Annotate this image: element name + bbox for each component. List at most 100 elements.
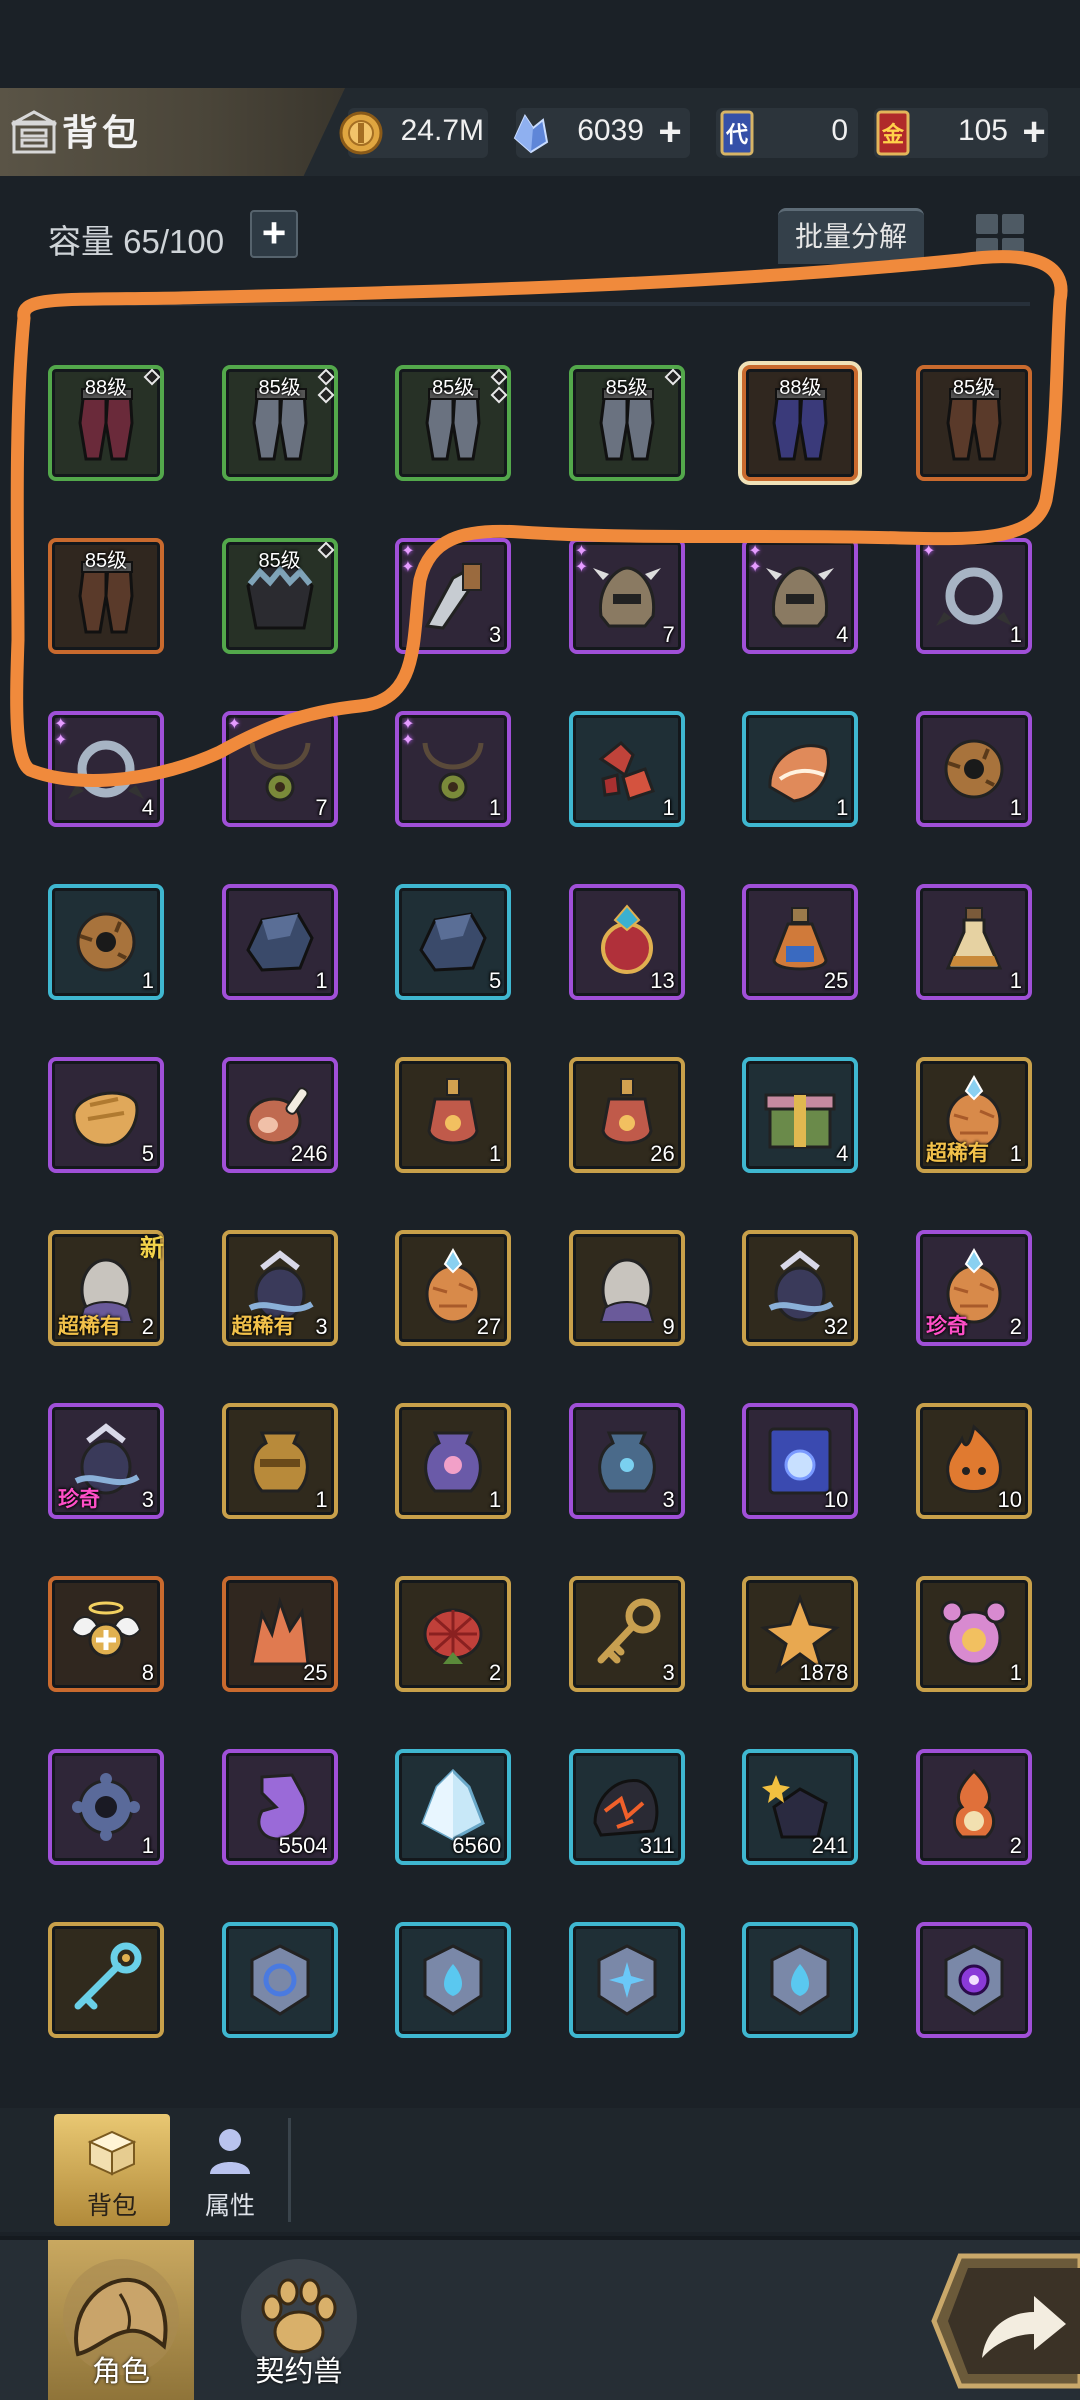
inventory-slot[interactable]: 13 bbox=[568, 884, 685, 1000]
inventory-slot[interactable]: 85级 bbox=[48, 538, 164, 654]
inventory-slot[interactable]: ✦ 7 bbox=[221, 711, 338, 827]
grid-view-toggle[interactable] bbox=[972, 210, 1028, 262]
item-count: 27 bbox=[476, 1314, 502, 1339]
inventory-slot[interactable]: 241 bbox=[742, 1749, 859, 1865]
inventory-slot[interactable] bbox=[221, 1922, 338, 2038]
inventory-slot[interactable]: 3 bbox=[568, 1576, 685, 1692]
inventory-slot[interactable]: 88级 bbox=[742, 365, 859, 481]
divider bbox=[48, 302, 1030, 306]
inventory-slot[interactable]: 25 bbox=[742, 884, 859, 1000]
inventory-slot[interactable]: 5 bbox=[48, 1057, 164, 1173]
inventory-slot[interactable] bbox=[48, 1922, 164, 2038]
star-rank-icon: ✦ ✦ bbox=[54, 716, 68, 749]
inventory-slot[interactable]: 2 bbox=[395, 1576, 512, 1692]
inventory-slot[interactable] bbox=[395, 1922, 512, 2038]
tab-contract-beast[interactable]: 契约兽 bbox=[226, 2240, 372, 2400]
inventory-slot[interactable]: 5 bbox=[395, 884, 512, 1000]
inventory-slot[interactable] bbox=[915, 1922, 1032, 2038]
item-count: 246 bbox=[290, 1141, 328, 1166]
item-count: 1 bbox=[141, 1833, 154, 1858]
inventory-slot[interactable]: 1 bbox=[221, 1403, 338, 1519]
inventory-slot[interactable]: 1 bbox=[915, 884, 1032, 1000]
item-count: 1 bbox=[488, 795, 502, 820]
gold-card-glyph: 金 bbox=[881, 122, 904, 147]
tab-character[interactable]: 角色 bbox=[48, 2240, 194, 2400]
inventory-slot[interactable]: 1 bbox=[915, 1576, 1032, 1692]
item-count: 1 bbox=[836, 795, 849, 820]
tab-character-label: 角色 bbox=[91, 2356, 150, 2388]
bag-building-icon bbox=[11, 110, 57, 154]
item-count: 1 bbox=[488, 1487, 502, 1512]
item-count: 1 bbox=[1009, 968, 1022, 993]
inventory-slot[interactable]: 1 bbox=[568, 711, 685, 827]
inventory-slot[interactable]: 4 bbox=[742, 1057, 859, 1173]
item-count: 1 bbox=[141, 968, 154, 993]
inventory-slot[interactable]: 1 bbox=[48, 1749, 164, 1865]
inventory-slot[interactable]: 1 bbox=[395, 1403, 512, 1519]
red-ore-icon bbox=[598, 740, 655, 801]
inventory-slot[interactable]: 27 bbox=[395, 1230, 512, 1346]
inventory-slot[interactable]: 6560 bbox=[395, 1749, 512, 1865]
inventory-slot[interactable]: 25 bbox=[221, 1576, 338, 1692]
tab-bag[interactable]: 背包 bbox=[54, 2114, 170, 2226]
inventory-slot[interactable]: 1 bbox=[742, 711, 859, 827]
grid-cell bbox=[976, 214, 998, 234]
return-arrow-button[interactable] bbox=[930, 2246, 1080, 2396]
tab-bag-label: 背包 bbox=[86, 2192, 137, 2220]
inventory-slot[interactable]: ✦ ✦ 3 bbox=[395, 538, 512, 654]
inventory-slot[interactable]: 1 bbox=[395, 1057, 512, 1173]
gift-box-icon bbox=[764, 1093, 836, 1149]
inventory-slot[interactable]: 8 bbox=[48, 1576, 164, 1692]
inventory-slot[interactable]: ✦ 1 bbox=[915, 538, 1032, 654]
inventory-slot[interactable]: ✦ ✦ 4 bbox=[48, 711, 164, 827]
inventory-slot[interactable]: ✦ ✦ 4 bbox=[742, 538, 859, 654]
claw-blade-icon bbox=[424, 563, 483, 630]
inventory-slot[interactable]: 3 bbox=[568, 1403, 685, 1519]
inventory-slot[interactable]: 10 bbox=[742, 1403, 859, 1519]
inventory-slot[interactable]: ✦ ✦ 1 bbox=[395, 711, 512, 827]
tab-attributes-label: 属性 bbox=[204, 2192, 255, 2220]
inventory-slot[interactable]: 超稀有 2 新 bbox=[48, 1230, 164, 1346]
item-level: 85级 bbox=[952, 377, 996, 399]
inventory-slot[interactable]: 超稀有 1 bbox=[915, 1057, 1032, 1173]
inventory-slot[interactable]: ✦ ✦ 7 bbox=[568, 538, 685, 654]
dark-stone-icon bbox=[419, 912, 487, 972]
rune-stone-void-icon bbox=[944, 1944, 1004, 2016]
inventory-slot[interactable]: 5504 bbox=[221, 1749, 338, 1865]
rarity-tag: 超稀有 bbox=[231, 1315, 295, 1338]
batch-decompose-button[interactable]: 批量分解 bbox=[778, 208, 924, 264]
inventory-slot[interactable]: 1 bbox=[221, 884, 338, 1000]
expand-capacity-button[interactable]: + bbox=[250, 210, 298, 258]
inventory-slot[interactable]: 1 bbox=[48, 884, 164, 1000]
necklace-icon bbox=[422, 742, 484, 802]
bear-coin-icon bbox=[940, 1600, 1008, 1666]
inventory-slot[interactable]: 珍奇 2 bbox=[915, 1230, 1032, 1346]
inventory-slot[interactable]: 珍奇 3 bbox=[48, 1403, 164, 1519]
item-count: 9 bbox=[662, 1314, 675, 1339]
key-icon bbox=[597, 1598, 661, 1664]
inventory-slot[interactable]: 26 bbox=[568, 1057, 685, 1173]
inventory-slot[interactable] bbox=[568, 1922, 685, 2038]
inventory-slot[interactable]: 85级 bbox=[915, 365, 1032, 481]
inventory-slot[interactable]: 311 bbox=[568, 1749, 685, 1865]
inventory-slot[interactable]: 85级 bbox=[395, 365, 512, 481]
add-crystal-button[interactable]: + bbox=[648, 111, 692, 155]
add-gold-card-button[interactable]: + bbox=[1012, 111, 1056, 155]
voucher-amount: 0 bbox=[831, 114, 848, 147]
inventory-slot[interactable]: 9 bbox=[568, 1230, 685, 1346]
dark-stone-icon bbox=[245, 912, 314, 972]
inventory-slot[interactable]: 85级 bbox=[221, 365, 338, 481]
tab-attributes[interactable]: 属性 bbox=[172, 2114, 288, 2226]
inventory-slot[interactable]: 超稀有 3 bbox=[221, 1230, 338, 1346]
inventory-slot[interactable]: 32 bbox=[742, 1230, 859, 1346]
item-count: 5 bbox=[488, 968, 502, 993]
inventory-slot[interactable]: 1878 bbox=[742, 1576, 859, 1692]
inventory-slot[interactable]: 10 bbox=[915, 1403, 1032, 1519]
inventory-slot[interactable]: 246 bbox=[221, 1057, 338, 1173]
inventory-slot[interactable]: 88级 bbox=[48, 365, 164, 481]
inventory-slot[interactable]: 2 bbox=[915, 1749, 1032, 1865]
inventory-slot[interactable]: 85级 bbox=[568, 365, 685, 481]
inventory-slot[interactable] bbox=[742, 1922, 859, 2038]
inventory-slot[interactable]: 1 bbox=[915, 711, 1032, 827]
inventory-slot[interactable]: 85级 bbox=[221, 538, 338, 654]
